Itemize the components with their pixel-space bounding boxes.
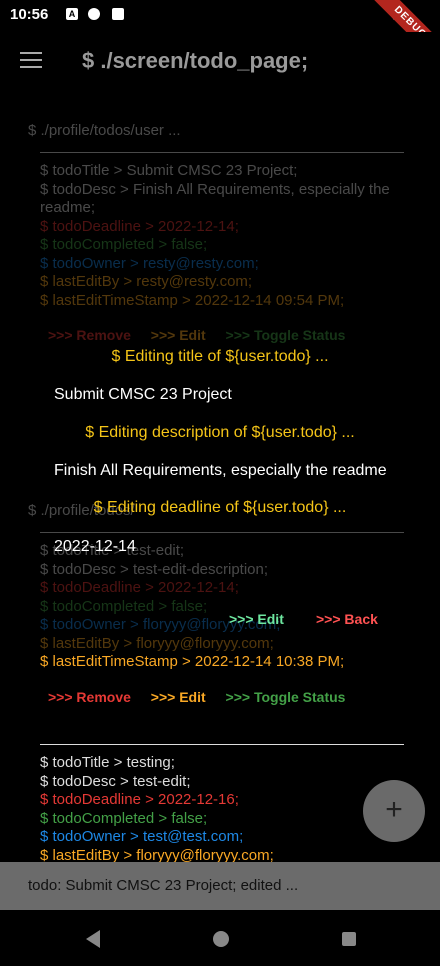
edit-button[interactable]: >>> Edit — [151, 327, 206, 343]
todo-title: $ todoTitle > Submit CMSC 23 Project; — [40, 162, 298, 179]
page-title: $ ./screen/todo_page; — [82, 48, 309, 73]
remove-button[interactable]: >>> Remove — [48, 327, 131, 343]
todo-deadline: $ todoDeadline > 2022-12-14; — [40, 579, 239, 596]
notification-icon: A — [66, 8, 78, 20]
todo-desc: $ todoDesc > Finish All Requirements, es… — [40, 180, 390, 217]
sd-card-icon — [112, 8, 124, 20]
section-title-user: $ ./profile/todos/user ... — [28, 122, 181, 139]
todo-last-edit-by: $ lastEditBy > floryyy@floryyy.com; — [40, 846, 274, 863]
description-input[interactable] — [54, 460, 390, 482]
snackbar: todo: Submit CMSC 23 Project; edited ... — [0, 862, 440, 910]
add-todo-button[interactable]: + — [363, 780, 425, 842]
todo-deadline: $ todoDeadline > 2022-12-14; — [40, 217, 239, 235]
todo-owner: $ todoOwner > test@test.com; — [40, 828, 244, 845]
todo-owner: $ todoOwner > resty@resty.com; — [40, 254, 259, 272]
app-bar: $ ./screen/todo_page; — [0, 32, 440, 90]
dialog-back-button[interactable]: >>> Back — [316, 611, 378, 627]
list-item: $ todoTitle > test-edit; $ todoDesc > te… — [40, 542, 410, 672]
todo-completed: $ todoCompleted > false; — [40, 809, 208, 827]
toggle-status-button[interactable]: >>> Toggle Status — [226, 327, 346, 343]
todo-last-edit-by: $ lastEditBy > floryyy@floryyy.com; — [40, 634, 274, 652]
back-icon[interactable] — [86, 930, 100, 948]
menu-icon[interactable] — [20, 52, 42, 68]
list-item: $ todoTitle > Submit CMSC 23 Project; $ … — [40, 162, 410, 310]
list-item: $ todoTitle > testing; $ todoDesc > test… — [40, 754, 410, 862]
todo-last-edit-time: $ lastEditTimeStamp > 2022-12-14 10:38 P… — [40, 653, 345, 670]
edit-title-label: $ Editing title of ${user.todo} ... — [111, 348, 329, 365]
todo-desc: $ todoDesc > test-edit-description; — [40, 560, 269, 578]
app-notification-icon — [88, 8, 100, 20]
divider — [40, 744, 404, 745]
todo-completed: $ todoCompleted > false; — [40, 236, 208, 253]
edit-button[interactable]: >>> Edit — [151, 689, 206, 705]
divider — [40, 152, 404, 153]
todo-actions: >>> Remove >>> Edit >>> Toggle Status — [48, 327, 361, 343]
system-nav-bar — [0, 910, 440, 966]
dialog-edit-button[interactable]: >>> Edit — [229, 611, 284, 627]
edit-deadline-label: $ Editing deadline of ${user.todo} ... — [93, 499, 347, 516]
remove-button[interactable]: >>> Remove — [48, 689, 131, 705]
recent-apps-icon[interactable] — [342, 932, 356, 946]
snackbar-message: todo: Submit CMSC 23 Project; edited ... — [28, 877, 299, 894]
divider — [40, 532, 404, 533]
todo-desc: $ todoDesc > test-edit; — [40, 772, 191, 790]
status-bar: 10:56 A DEBUG — [0, 0, 440, 72]
title-input[interactable] — [54, 384, 390, 406]
status-time: 10:56 — [10, 6, 49, 23]
todo-last-edit-time: $ lastEditTimeStamp > 2022-12-14 09:54 P… — [40, 291, 345, 309]
deadline-input[interactable] — [54, 536, 390, 558]
toggle-status-button[interactable]: >>> Toggle Status — [226, 689, 346, 705]
todo-last-edit-by: $ lastEditBy > resty@resty.com; — [40, 273, 253, 290]
todo-deadline: $ todoDeadline > 2022-12-16; — [40, 791, 239, 808]
todo-actions: >>> Remove >>> Edit >>> Toggle Status — [48, 689, 361, 705]
home-icon[interactable] — [213, 931, 229, 947]
edit-description-label: $ Editing description of ${user.todo} ..… — [85, 424, 355, 441]
todo-title: $ todoTitle > testing; — [40, 754, 175, 771]
